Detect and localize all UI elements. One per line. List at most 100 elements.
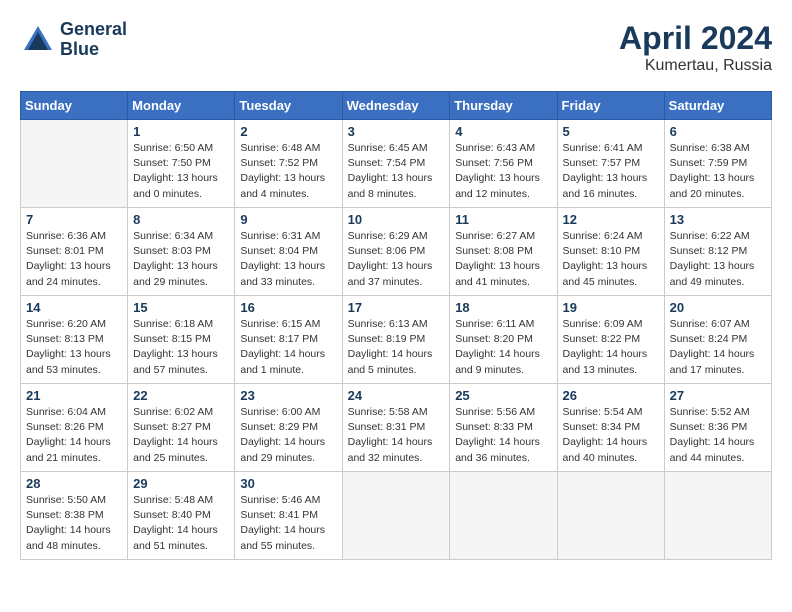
calendar-cell: 1Sunrise: 6:50 AMSunset: 7:50 PMDaylight…	[128, 120, 235, 208]
calendar-cell: 10Sunrise: 6:29 AMSunset: 8:06 PMDayligh…	[342, 208, 450, 296]
day-info: Sunrise: 6:04 AMSunset: 8:26 PMDaylight:…	[26, 405, 122, 466]
calendar-week-row: 21 Sunrise: 6:04 AMSunset: 8:26 PMDayligh…	[21, 384, 772, 472]
day-number: 6	[670, 124, 766, 139]
day-header-friday: Friday	[557, 92, 664, 120]
calendar-cell: 18 Sunrise: 6:11 AMSunset: 8:20 PMDayligh…	[450, 296, 557, 384]
location: Kumertau, Russia	[619, 57, 772, 75]
calendar-cell: 25Sunrise: 5:56 AMSunset: 8:33 PMDayligh…	[450, 384, 557, 472]
logo: General Blue	[20, 20, 127, 60]
page-header: General Blue April 2024 Kumertau, Russia	[20, 20, 772, 75]
day-info: Sunrise: 5:48 AMSunset: 8:40 PMDaylight:…	[133, 493, 229, 554]
day-number: 9	[240, 212, 336, 227]
title-block: April 2024 Kumertau, Russia	[619, 20, 772, 75]
day-number: 23	[240, 388, 336, 403]
day-number: 7	[26, 212, 122, 227]
day-header-sunday: Sunday	[21, 92, 128, 120]
logo-icon	[20, 22, 56, 58]
day-number: 5	[563, 124, 659, 139]
calendar-cell: 22Sunrise: 6:02 AMSunset: 8:27 PMDayligh…	[128, 384, 235, 472]
calendar-cell: 28Sunrise: 5:50 AMSunset: 8:38 PMDayligh…	[21, 472, 128, 560]
calendar-cell: 19 Sunrise: 6:09 AMSunset: 8:22 PMDayligh…	[557, 296, 664, 384]
month-year: April 2024	[619, 20, 772, 57]
day-info: Sunrise: 5:54 AMSunset: 8:34 PMDaylight:…	[563, 405, 659, 466]
calendar-cell: 26 Sunrise: 5:54 AMSunset: 8:34 PMDayligh…	[557, 384, 664, 472]
calendar-table: SundayMondayTuesdayWednesdayThursdayFrid…	[20, 91, 772, 560]
calendar-cell: 16Sunrise: 6:15 AMSunset: 8:17 PMDayligh…	[235, 296, 342, 384]
calendar-week-row: 1Sunrise: 6:50 AMSunset: 7:50 PMDaylight…	[21, 120, 772, 208]
calendar-cell: 13 Sunrise: 6:22 AMSunset: 8:12 PMDayligh…	[664, 208, 771, 296]
day-info: Sunrise: 6:43 AMSunset: 7:56 PMDaylight:…	[455, 141, 551, 202]
day-number: 15	[133, 300, 229, 315]
calendar-cell: 14 Sunrise: 6:20 AMSunset: 8:13 PMDayligh…	[21, 296, 128, 384]
day-header-monday: Monday	[128, 92, 235, 120]
calendar-cell	[450, 472, 557, 560]
calendar-cell: 24Sunrise: 5:58 AMSunset: 8:31 PMDayligh…	[342, 384, 450, 472]
day-number: 16	[240, 300, 336, 315]
day-number: 19	[563, 300, 659, 315]
day-number: 4	[455, 124, 551, 139]
day-number: 10	[348, 212, 445, 227]
day-info: Sunrise: 5:52 AMSunset: 8:36 PMDaylight:…	[670, 405, 766, 466]
calendar-cell: 15 Sunrise: 6:18 AMSunset: 8:15 PMDayligh…	[128, 296, 235, 384]
day-info: Sunrise: 6:11 AMSunset: 8:20 PMDaylight:…	[455, 317, 551, 378]
day-header-saturday: Saturday	[664, 92, 771, 120]
day-number: 8	[133, 212, 229, 227]
day-info: Sunrise: 6:36 AMSunset: 8:01 PMDaylight:…	[26, 229, 122, 290]
day-number: 13	[670, 212, 766, 227]
day-info: Sunrise: 6:09 AMSunset: 8:22 PMDaylight:…	[563, 317, 659, 378]
day-info: Sunrise: 6:13 AMSunset: 8:19 PMDaylight:…	[348, 317, 445, 378]
day-info: Sunrise: 6:41 AMSunset: 7:57 PMDaylight:…	[563, 141, 659, 202]
day-number: 24	[348, 388, 445, 403]
day-info: Sunrise: 6:38 AMSunset: 7:59 PMDaylight:…	[670, 141, 766, 202]
calendar-cell: 27Sunrise: 5:52 AMSunset: 8:36 PMDayligh…	[664, 384, 771, 472]
day-info: Sunrise: 5:50 AMSunset: 8:38 PMDaylight:…	[26, 493, 122, 554]
day-info: Sunrise: 6:27 AMSunset: 8:08 PMDaylight:…	[455, 229, 551, 290]
day-info: Sunrise: 5:56 AMSunset: 8:33 PMDaylight:…	[455, 405, 551, 466]
day-number: 21	[26, 388, 122, 403]
calendar-cell: 6 Sunrise: 6:38 AMSunset: 7:59 PMDaylight…	[664, 120, 771, 208]
calendar-cell	[21, 120, 128, 208]
calendar-header-row: SundayMondayTuesdayWednesdayThursdayFrid…	[21, 92, 772, 120]
calendar-week-row: 28Sunrise: 5:50 AMSunset: 8:38 PMDayligh…	[21, 472, 772, 560]
day-info: Sunrise: 5:46 AMSunset: 8:41 PMDaylight:…	[240, 493, 336, 554]
calendar-cell: 23 Sunrise: 6:00 AMSunset: 8:29 PMDayligh…	[235, 384, 342, 472]
calendar-cell: 8 Sunrise: 6:34 AMSunset: 8:03 PMDaylight…	[128, 208, 235, 296]
calendar-cell: 30 Sunrise: 5:46 AMSunset: 8:41 PMDayligh…	[235, 472, 342, 560]
day-info: Sunrise: 6:50 AMSunset: 7:50 PMDaylight:…	[133, 141, 229, 202]
day-number: 30	[240, 476, 336, 491]
calendar-week-row: 7 Sunrise: 6:36 AMSunset: 8:01 PMDaylight…	[21, 208, 772, 296]
day-info: Sunrise: 6:20 AMSunset: 8:13 PMDaylight:…	[26, 317, 122, 378]
day-number: 26	[563, 388, 659, 403]
calendar-cell: 5 Sunrise: 6:41 AMSunset: 7:57 PMDaylight…	[557, 120, 664, 208]
day-number: 18	[455, 300, 551, 315]
day-info: Sunrise: 6:24 AMSunset: 8:10 PMDaylight:…	[563, 229, 659, 290]
day-header-tuesday: Tuesday	[235, 92, 342, 120]
day-number: 3	[348, 124, 445, 139]
day-info: Sunrise: 6:34 AMSunset: 8:03 PMDaylight:…	[133, 229, 229, 290]
calendar-cell: 4 Sunrise: 6:43 AMSunset: 7:56 PMDaylight…	[450, 120, 557, 208]
calendar-cell: 7 Sunrise: 6:36 AMSunset: 8:01 PMDaylight…	[21, 208, 128, 296]
day-info: Sunrise: 6:45 AMSunset: 7:54 PMDaylight:…	[348, 141, 445, 202]
day-number: 11	[455, 212, 551, 227]
day-info: Sunrise: 6:00 AMSunset: 8:29 PMDaylight:…	[240, 405, 336, 466]
calendar-cell: 9 Sunrise: 6:31 AMSunset: 8:04 PMDaylight…	[235, 208, 342, 296]
calendar-cell: 21 Sunrise: 6:04 AMSunset: 8:26 PMDayligh…	[21, 384, 128, 472]
day-number: 14	[26, 300, 122, 315]
calendar-cell: 20Sunrise: 6:07 AMSunset: 8:24 PMDayligh…	[664, 296, 771, 384]
logo-text: General Blue	[60, 20, 127, 60]
day-header-thursday: Thursday	[450, 92, 557, 120]
day-number: 17	[348, 300, 445, 315]
day-info: Sunrise: 6:07 AMSunset: 8:24 PMDaylight:…	[670, 317, 766, 378]
day-number: 2	[240, 124, 336, 139]
calendar-week-row: 14 Sunrise: 6:20 AMSunset: 8:13 PMDayligh…	[21, 296, 772, 384]
calendar-cell	[557, 472, 664, 560]
day-info: Sunrise: 6:31 AMSunset: 8:04 PMDaylight:…	[240, 229, 336, 290]
calendar-cell: 29 Sunrise: 5:48 AMSunset: 8:40 PMDayligh…	[128, 472, 235, 560]
calendar-cell: 11 Sunrise: 6:27 AMSunset: 8:08 PMDayligh…	[450, 208, 557, 296]
calendar-cell: 2Sunrise: 6:48 AMSunset: 7:52 PMDaylight…	[235, 120, 342, 208]
day-number: 29	[133, 476, 229, 491]
day-info: Sunrise: 6:18 AMSunset: 8:15 PMDaylight:…	[133, 317, 229, 378]
calendar-cell: 12Sunrise: 6:24 AMSunset: 8:10 PMDayligh…	[557, 208, 664, 296]
day-info: Sunrise: 6:22 AMSunset: 8:12 PMDaylight:…	[670, 229, 766, 290]
day-number: 22	[133, 388, 229, 403]
